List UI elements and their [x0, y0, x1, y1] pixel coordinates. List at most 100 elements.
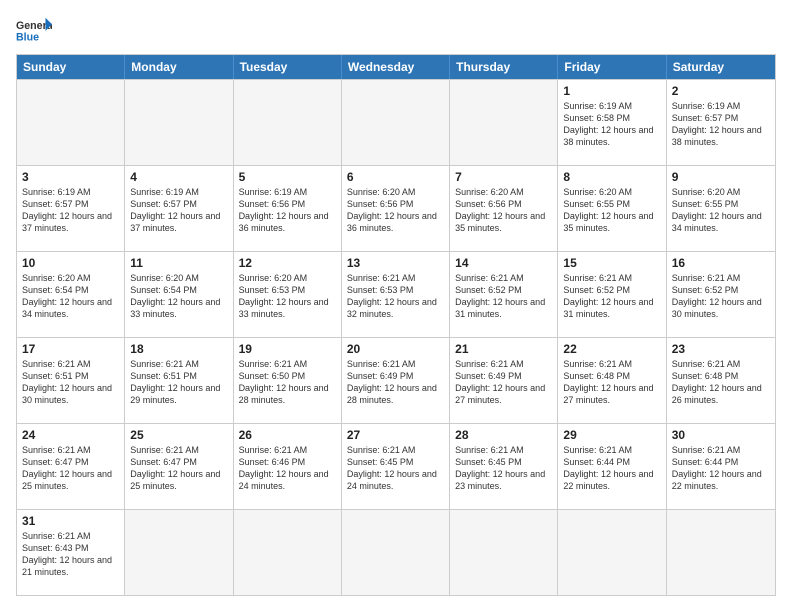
calendar-row-2: 10Sunrise: 6:20 AM Sunset: 6:54 PM Dayli… — [17, 251, 775, 337]
day-number: 29 — [563, 428, 660, 442]
day-number: 27 — [347, 428, 444, 442]
day-number: 8 — [563, 170, 660, 184]
day-info: Sunrise: 6:19 AM Sunset: 6:58 PM Dayligh… — [563, 100, 660, 149]
day-number: 24 — [22, 428, 119, 442]
day-info: Sunrise: 6:21 AM Sunset: 6:47 PM Dayligh… — [22, 444, 119, 493]
calendar-cell: 17Sunrise: 6:21 AM Sunset: 6:51 PM Dayli… — [17, 338, 125, 423]
calendar-cell: 24 Sunrise: 6:21 AM Sunset: 6:47 PM Dayli… — [17, 424, 125, 509]
calendar: SundayMondayTuesdayWednesdayThursdayFrid… — [16, 54, 776, 596]
calendar-cell: 9 Sunrise: 6:20 AM Sunset: 6:55 PM Daylig… — [667, 166, 775, 251]
calendar-cell — [234, 510, 342, 595]
calendar-cell — [17, 80, 125, 165]
day-info: Sunrise: 6:19 AM Sunset: 6:57 PM Dayligh… — [22, 186, 119, 235]
day-info: Sunrise: 6:21 AM Sunset: 6:47 PM Dayligh… — [130, 444, 227, 493]
calendar-cell: 19 Sunrise: 6:21 AM Sunset: 6:50 PM Dayli… — [234, 338, 342, 423]
day-header-tuesday: Tuesday — [234, 55, 342, 79]
day-number: 16 — [672, 256, 770, 270]
calendar-cell: 22 Sunrise: 6:21 AM Sunset: 6:48 PM Dayli… — [558, 338, 666, 423]
day-info: Sunrise: 6:21 AM Sunset: 6:52 PM Dayligh… — [455, 272, 552, 321]
day-info: Sunrise: 6:21 AM Sunset: 6:48 PM Dayligh… — [563, 358, 660, 407]
day-number: 7 — [455, 170, 552, 184]
day-header-friday: Friday — [558, 55, 666, 79]
calendar-cell: 29 Sunrise: 6:21 AM Sunset: 6:44 PM Dayli… — [558, 424, 666, 509]
page: General Blue SundayMondayTuesdayWednesda… — [0, 0, 792, 612]
day-number: 11 — [130, 256, 227, 270]
calendar-cell: 27 Sunrise: 6:21 AM Sunset: 6:45 PM Dayli… — [342, 424, 450, 509]
calendar-cell: 4 Sunrise: 6:19 AM Sunset: 6:57 PM Daylig… — [125, 166, 233, 251]
day-info: Sunrise: 6:20 AM Sunset: 6:53 PM Dayligh… — [239, 272, 336, 321]
day-info: Sunrise: 6:21 AM Sunset: 6:50 PM Dayligh… — [239, 358, 336, 407]
calendar-cell — [234, 80, 342, 165]
calendar-cell — [342, 510, 450, 595]
day-header-saturday: Saturday — [667, 55, 775, 79]
calendar-cell: 26 Sunrise: 6:21 AM Sunset: 6:46 PM Dayli… — [234, 424, 342, 509]
calendar-cell: 16 Sunrise: 6:21 AM Sunset: 6:52 PM Dayli… — [667, 252, 775, 337]
calendar-row-0: 1 Sunrise: 6:19 AM Sunset: 6:58 PM Daylig… — [17, 79, 775, 165]
day-info: Sunrise: 6:21 AM Sunset: 6:46 PM Dayligh… — [239, 444, 336, 493]
day-header-monday: Monday — [125, 55, 233, 79]
day-header-wednesday: Wednesday — [342, 55, 450, 79]
calendar-row-5: 31 Sunrise: 6:21 AM Sunset: 6:43 PM Dayli… — [17, 509, 775, 595]
day-info: Sunrise: 6:21 AM Sunset: 6:45 PM Dayligh… — [347, 444, 444, 493]
calendar-cell: 18 Sunrise: 6:21 AM Sunset: 6:51 PM Dayli… — [125, 338, 233, 423]
generalblue-logo-icon: General Blue — [16, 16, 52, 44]
day-number: 4 — [130, 170, 227, 184]
calendar-cell: 30Sunrise: 6:21 AM Sunset: 6:44 PM Dayli… — [667, 424, 775, 509]
day-info: Sunrise: 6:21 AM Sunset: 6:45 PM Dayligh… — [455, 444, 552, 493]
day-number: 22 — [563, 342, 660, 356]
day-info: Sunrise: 6:21 AM Sunset: 6:44 PM Dayligh… — [563, 444, 660, 493]
logo: General Blue — [16, 16, 52, 44]
calendar-cell — [342, 80, 450, 165]
day-header-thursday: Thursday — [450, 55, 558, 79]
day-info: Sunrise: 6:21 AM Sunset: 6:53 PM Dayligh… — [347, 272, 444, 321]
day-info: Sunrise: 6:21 AM Sunset: 6:51 PM Dayligh… — [130, 358, 227, 407]
calendar-cell: 21Sunrise: 6:21 AM Sunset: 6:49 PM Dayli… — [450, 338, 558, 423]
day-number: 19 — [239, 342, 336, 356]
calendar-cell: 13 Sunrise: 6:21 AM Sunset: 6:53 PM Dayli… — [342, 252, 450, 337]
day-number: 31 — [22, 514, 119, 528]
calendar-cell: 8Sunrise: 6:20 AM Sunset: 6:55 PM Daylig… — [558, 166, 666, 251]
day-info: Sunrise: 6:21 AM Sunset: 6:48 PM Dayligh… — [672, 358, 770, 407]
day-number: 1 — [563, 84, 660, 98]
calendar-cell: 3Sunrise: 6:19 AM Sunset: 6:57 PM Daylig… — [17, 166, 125, 251]
day-header-sunday: Sunday — [17, 55, 125, 79]
calendar-body: 1 Sunrise: 6:19 AM Sunset: 6:58 PM Daylig… — [17, 79, 775, 595]
day-number: 12 — [239, 256, 336, 270]
day-number: 14 — [455, 256, 552, 270]
calendar-cell — [125, 80, 233, 165]
day-number: 20 — [347, 342, 444, 356]
calendar-row-1: 3Sunrise: 6:19 AM Sunset: 6:57 PM Daylig… — [17, 165, 775, 251]
day-info: Sunrise: 6:19 AM Sunset: 6:56 PM Dayligh… — [239, 186, 336, 235]
day-info: Sunrise: 6:21 AM Sunset: 6:44 PM Dayligh… — [672, 444, 770, 493]
day-info: Sunrise: 6:21 AM Sunset: 6:52 PM Dayligh… — [672, 272, 770, 321]
calendar-cell: 1 Sunrise: 6:19 AM Sunset: 6:58 PM Daylig… — [558, 80, 666, 165]
day-number: 15 — [563, 256, 660, 270]
day-info: Sunrise: 6:20 AM Sunset: 6:55 PM Dayligh… — [672, 186, 770, 235]
calendar-cell: 5 Sunrise: 6:19 AM Sunset: 6:56 PM Daylig… — [234, 166, 342, 251]
calendar-cell: 11 Sunrise: 6:20 AM Sunset: 6:54 PM Dayli… — [125, 252, 233, 337]
day-number: 17 — [22, 342, 119, 356]
calendar-cell: 23Sunrise: 6:21 AM Sunset: 6:48 PM Dayli… — [667, 338, 775, 423]
day-info: Sunrise: 6:19 AM Sunset: 6:57 PM Dayligh… — [130, 186, 227, 235]
calendar-cell — [450, 510, 558, 595]
header: General Blue — [16, 16, 776, 44]
day-number: 28 — [455, 428, 552, 442]
day-info: Sunrise: 6:20 AM Sunset: 6:54 PM Dayligh… — [130, 272, 227, 321]
day-number: 18 — [130, 342, 227, 356]
day-number: 6 — [347, 170, 444, 184]
day-number: 26 — [239, 428, 336, 442]
day-info: Sunrise: 6:21 AM Sunset: 6:49 PM Dayligh… — [347, 358, 444, 407]
day-info: Sunrise: 6:20 AM Sunset: 6:54 PM Dayligh… — [22, 272, 119, 321]
day-number: 5 — [239, 170, 336, 184]
day-number: 2 — [672, 84, 770, 98]
day-info: Sunrise: 6:20 AM Sunset: 6:56 PM Dayligh… — [455, 186, 552, 235]
day-number: 9 — [672, 170, 770, 184]
day-info: Sunrise: 6:21 AM Sunset: 6:52 PM Dayligh… — [563, 272, 660, 321]
day-info: Sunrise: 6:20 AM Sunset: 6:56 PM Dayligh… — [347, 186, 444, 235]
day-info: Sunrise: 6:21 AM Sunset: 6:43 PM Dayligh… — [22, 530, 119, 579]
day-number: 13 — [347, 256, 444, 270]
calendar-cell — [125, 510, 233, 595]
calendar-cell: 14 Sunrise: 6:21 AM Sunset: 6:52 PM Dayli… — [450, 252, 558, 337]
calendar-cell: 31 Sunrise: 6:21 AM Sunset: 6:43 PM Dayli… — [17, 510, 125, 595]
calendar-cell — [558, 510, 666, 595]
